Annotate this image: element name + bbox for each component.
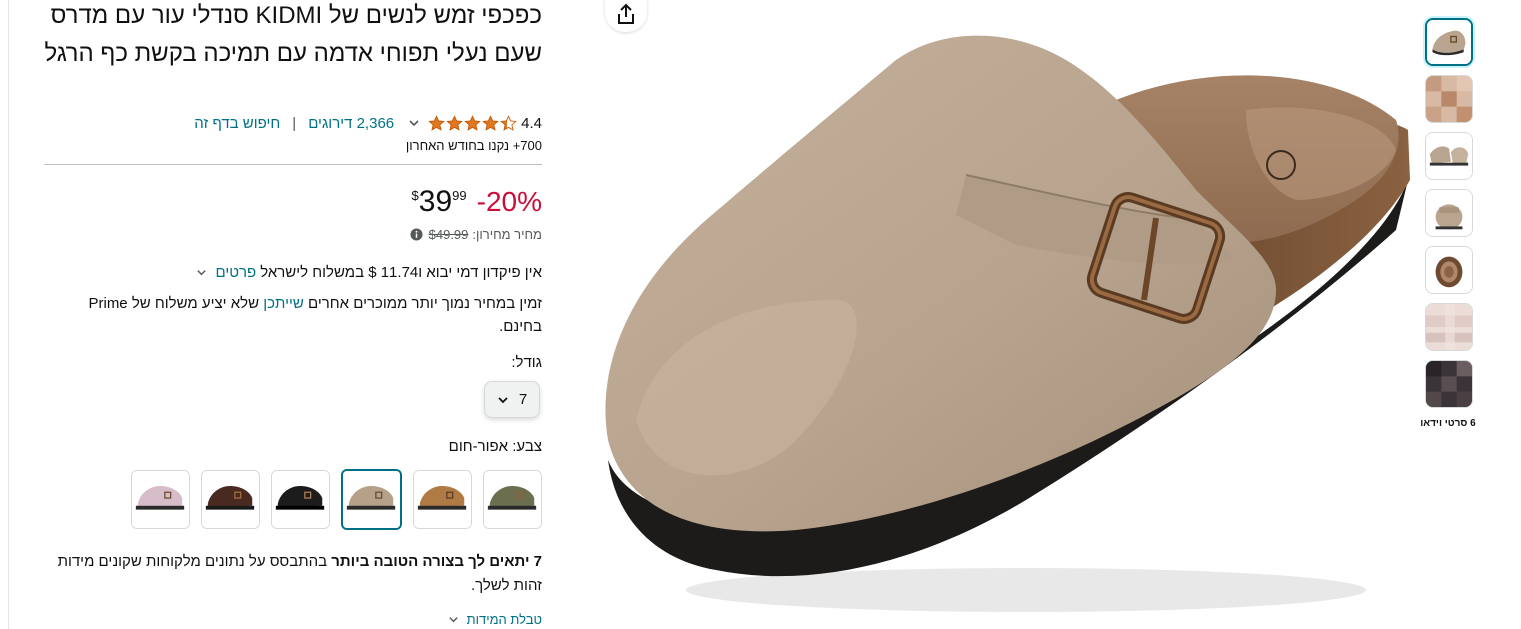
swatch-black[interactable] (271, 470, 330, 529)
star-icon (482, 114, 499, 131)
price-currency: $ (411, 188, 419, 203)
share-icon (618, 3, 634, 24)
star-icon (500, 114, 517, 131)
shipping-info: אין פיקדון דמי יבוא ו11.74 $ במשלוח לישר… (196, 264, 542, 281)
price-row: -20% $ 39 99 (412, 182, 542, 222)
other-sellers-link[interactable]: שייתכן (263, 295, 304, 312)
size-label: גודל: (511, 354, 542, 371)
info-icon[interactable] (410, 228, 423, 241)
color-label: צבע: אפור-חום (449, 438, 542, 455)
ratings-count-link[interactable]: 2,366 דירוגים (308, 115, 394, 132)
swatch-olive[interactable] (483, 470, 542, 529)
star-icon (446, 114, 463, 131)
availability-note: זמין במחיר נמוך יותר ממוכרים אחרים שייתכ… (44, 292, 542, 338)
separator: | (292, 114, 297, 132)
star-icon (464, 114, 481, 131)
size-chart-label[interactable]: טבלת המידות (467, 612, 542, 627)
thumbnail-5[interactable] (1425, 246, 1473, 294)
list-price-value: $49.99 (428, 227, 469, 242)
main-product-image[interactable] (596, 0, 1416, 629)
color-selected-name: אפור-חום (448, 438, 509, 455)
price-fraction: 99 (452, 188, 467, 203)
fit-recommendation-bold: 7 יתאים לך בצורה הטובה ביותר (331, 553, 542, 570)
list-price-label: מחיר מחירון: (472, 227, 542, 242)
list-price: מחיר מחירון: $49.99 (410, 227, 542, 242)
price: $ 39 99 (412, 182, 467, 222)
size-chart-link[interactable]: טבלת המידות (448, 612, 542, 627)
discount-percent: -20% (476, 186, 542, 217)
shipping-details-link[interactable]: פרטים (215, 264, 256, 281)
chevron-down-icon (498, 396, 508, 403)
rating-value: 4.4 (521, 114, 542, 132)
color-swatches (131, 469, 543, 530)
availability-text-before: זמין במחיר נמוך יותר ממוכרים אחרים (307, 295, 542, 312)
thumbnail-3[interactable] (1425, 132, 1473, 180)
color-label-text: צבע: (512, 438, 542, 455)
page-edge-divider (8, 0, 9, 629)
swatch-pink[interactable] (131, 470, 190, 529)
swatch-tan[interactable] (413, 470, 472, 529)
rating-stars[interactable] (428, 114, 517, 132)
price-whole: 39 (418, 185, 453, 218)
bought-recently: 700+ נקנו בחודש האחרון (405, 138, 542, 153)
star-icon (428, 114, 445, 131)
size-dropdown[interactable]: 7 (484, 381, 540, 418)
chevron-down-icon[interactable] (408, 117, 420, 129)
chevron-down-icon[interactable] (196, 267, 207, 278)
section-divider (44, 164, 542, 165)
video-count-label[interactable]: 6 סרטי וידאו (1418, 418, 1478, 429)
swatch-brown[interactable] (201, 470, 260, 529)
chevron-down-icon (448, 617, 458, 623)
size-selected-value: 7 (518, 391, 528, 408)
thumbnail-6[interactable] (1425, 303, 1473, 351)
thumbnail-4[interactable] (1425, 189, 1473, 237)
thumbnail-2[interactable] (1425, 75, 1473, 123)
shipping-text: אין פיקדון דמי יבוא ו11.74 $ במשלוח לישר… (260, 264, 542, 281)
fit-recommendation: 7 יתאים לך בצורה הטובה ביותר בהתבסס על נ… (44, 550, 542, 598)
thumbnail-1[interactable] (1425, 18, 1473, 66)
search-page-link[interactable]: חיפוש בדף זה (194, 115, 280, 132)
thumbnail-7-video[interactable] (1425, 360, 1473, 408)
rating-row: 4.4 2,366 דירוגים | חיפוש בדף זה (44, 112, 542, 134)
product-title: כפכפי זמש לנשים של KIDMI סנדלי עור עם מד… (44, 2, 542, 67)
swatch-taupe[interactable] (341, 469, 402, 530)
